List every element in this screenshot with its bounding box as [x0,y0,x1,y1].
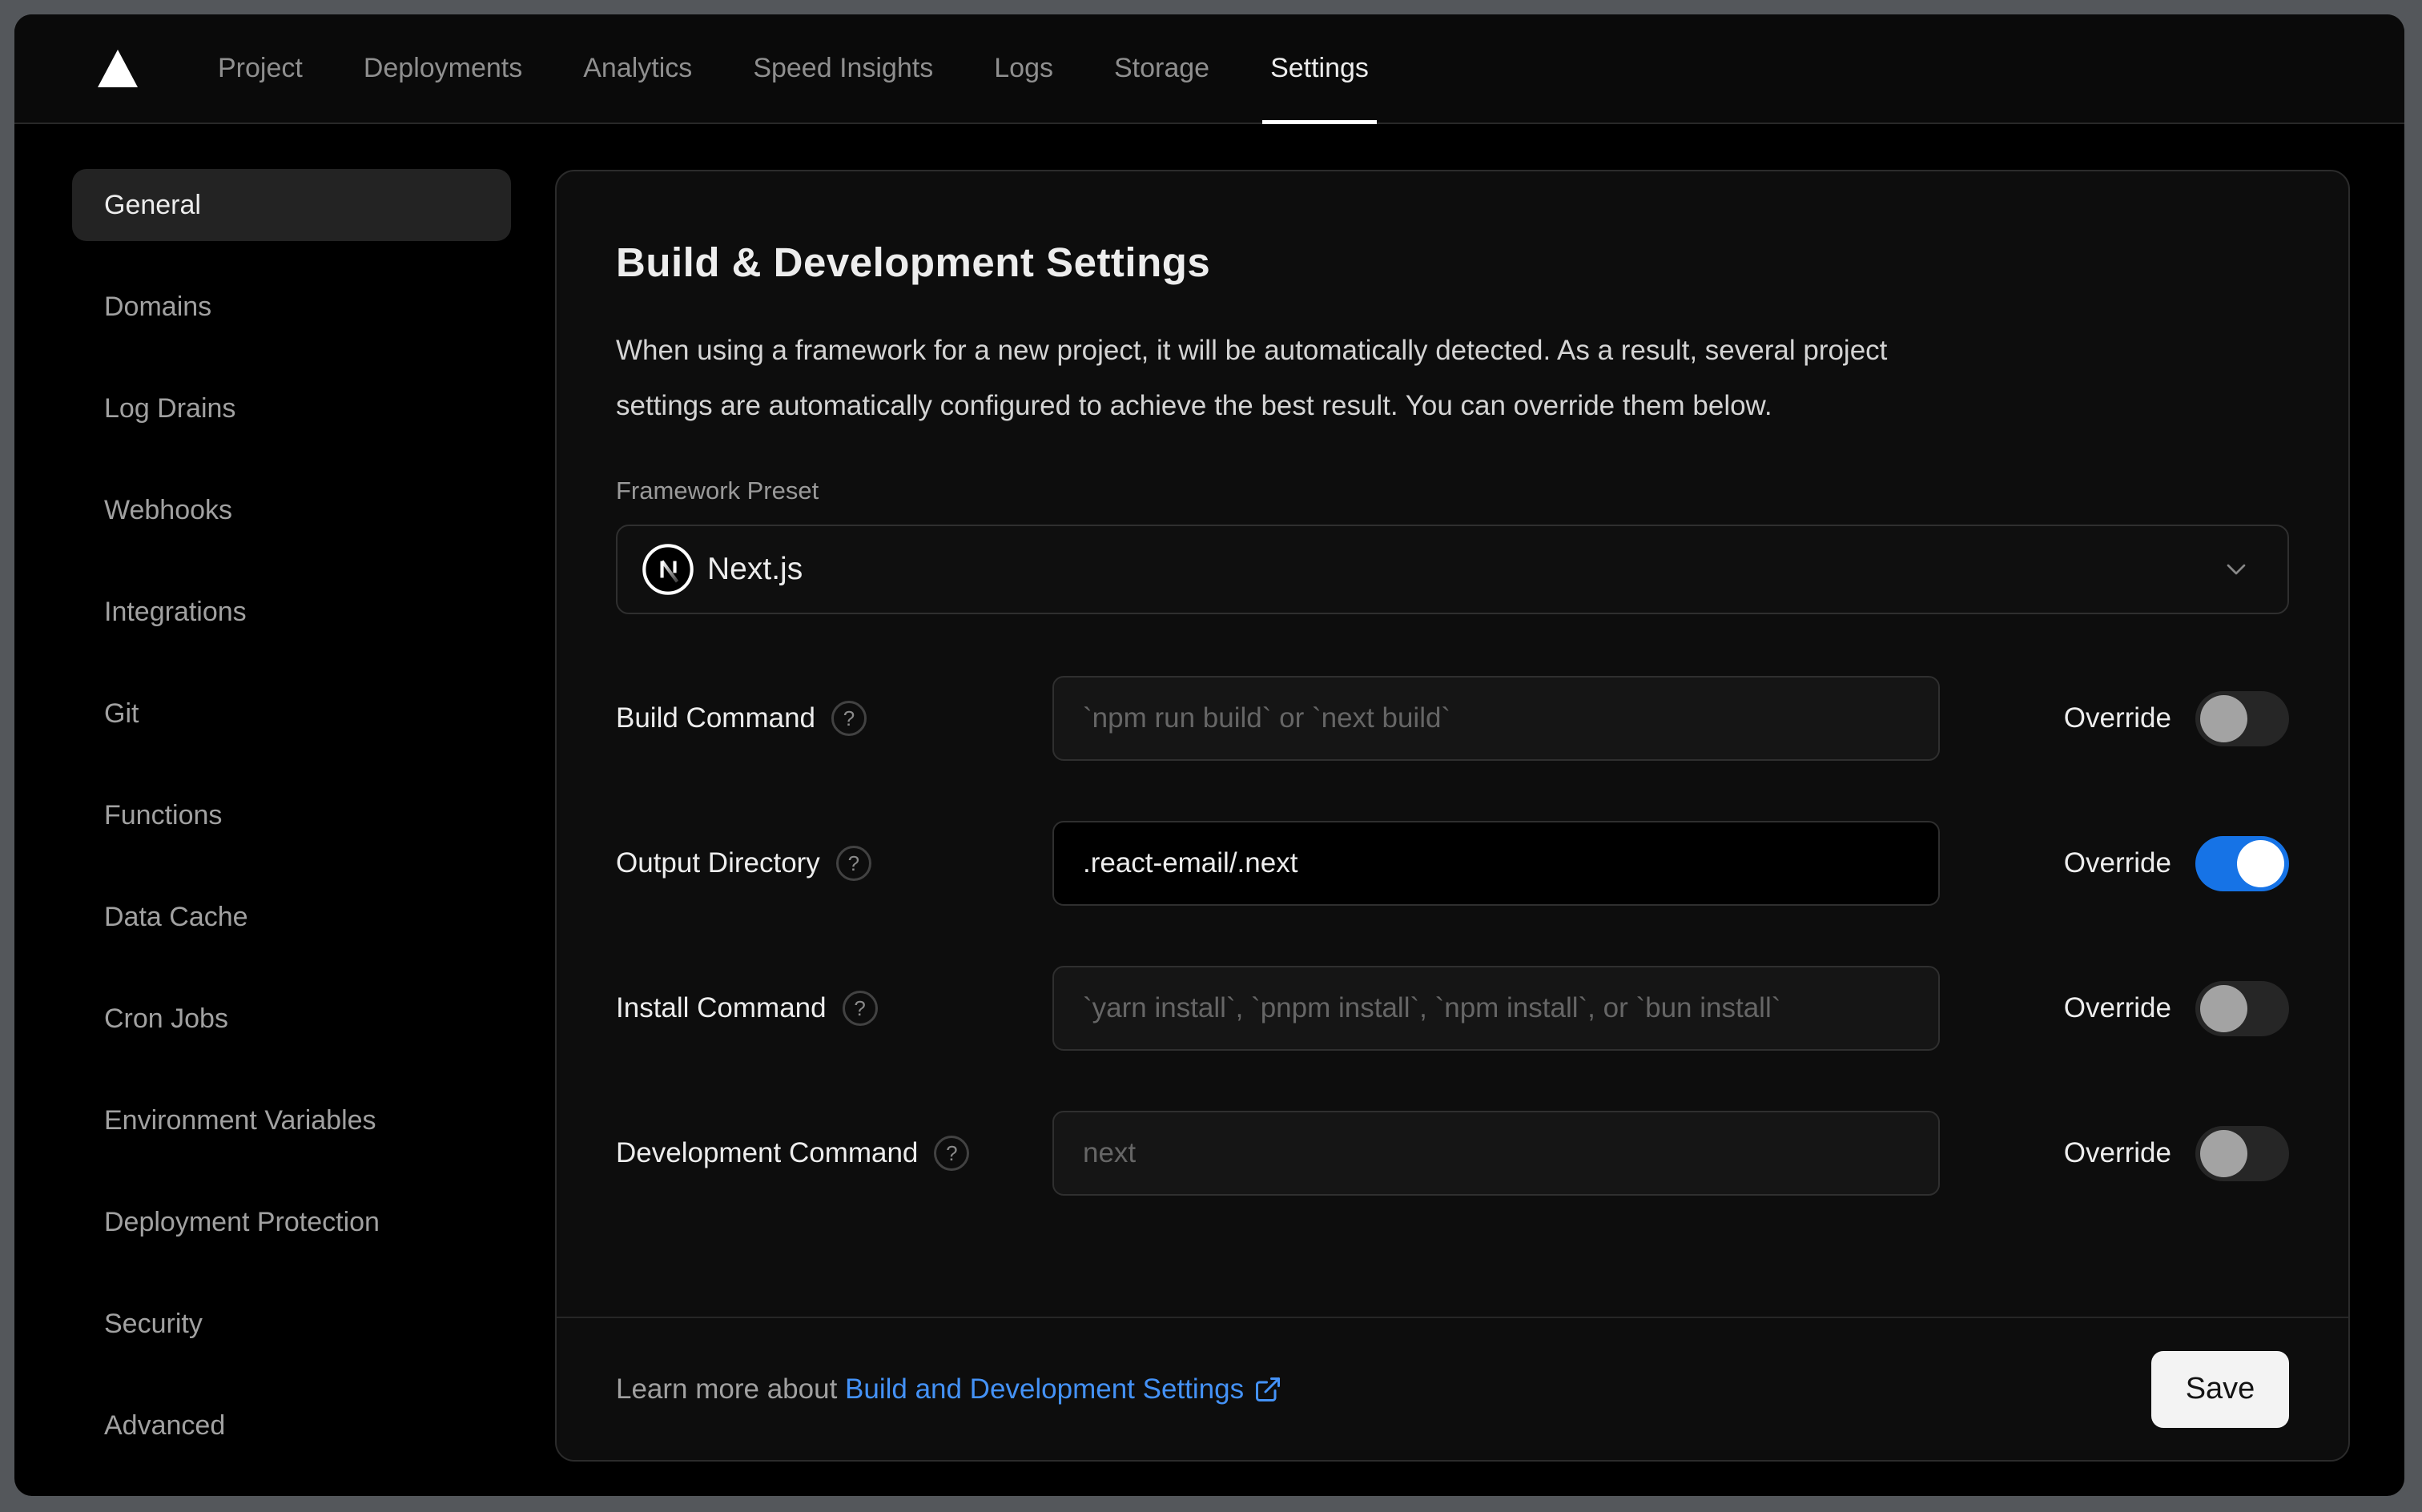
framework-preset-label: Framework Preset [616,477,819,505]
tab-storage[interactable]: Storage [1084,14,1240,123]
help-icon[interactable]: ? [831,701,867,736]
toggle-knob [2237,839,2284,887]
sidebar-item-general[interactable]: General [72,169,511,241]
nextjs-logo-icon [642,544,694,595]
sidebar-item-domains[interactable]: Domains [72,271,511,343]
development-command-override-toggle[interactable] [2195,1125,2289,1181]
page-title: Build & Development Settings [616,239,1211,285]
vercel-logo[interactable] [98,14,138,123]
development-command-label: Development Command [616,1137,919,1168]
chevron-down-icon [2227,564,2246,575]
build-settings-card: Build & Development Settings When using … [555,170,2350,1462]
output-directory-override-toggle[interactable] [2195,835,2289,891]
build-command-input[interactable] [1052,676,1940,761]
toggle-knob [2200,984,2247,1032]
active-tab-underline [1262,120,1377,124]
development-command-input[interactable] [1052,1111,1940,1196]
override-label: Override [2063,1137,2171,1168]
framework-preset-value: Next.js [707,552,803,586]
save-button[interactable]: Save [2151,1350,2289,1428]
install-command-row: Install Command ? Override [616,966,2289,1051]
sidebar-item-git[interactable]: Git [72,678,511,750]
vercel-triangle-icon [98,50,138,87]
sidebar-item-advanced[interactable]: Advanced [72,1389,511,1462]
tab-settings[interactable]: Settings [1240,14,1399,124]
app-window: Project Deployments Analytics Speed Insi… [14,14,2404,1496]
sidebar-item-environment-variables[interactable]: Environment Variables [72,1084,511,1156]
build-command-label: Build Command [616,702,815,734]
sidebar-item-deployment-protection[interactable]: Deployment Protection [72,1186,511,1258]
card-footer: Learn more about Build and Development S… [557,1317,2348,1460]
sidebar-item-log-drains[interactable]: Log Drains [72,372,511,444]
build-command-row: Build Command ? Override [616,676,2289,761]
build-settings-docs-link[interactable]: Build and Development Settings [845,1373,1282,1405]
external-link-icon [1256,1377,1281,1401]
development-command-row: Development Command ? Override [616,1111,2289,1196]
sidebar-item-cron-jobs[interactable]: Cron Jobs [72,983,511,1055]
override-label: Override [2063,847,2171,879]
help-icon[interactable]: ? [835,846,871,881]
sidebar-item-data-cache[interactable]: Data Cache [72,881,511,953]
build-command-override-toggle[interactable] [2195,690,2289,746]
output-directory-label: Output Directory [616,847,820,879]
install-command-override-toggle[interactable] [2195,980,2289,1036]
sidebar-item-security[interactable]: Security [72,1288,511,1360]
sidebar-item-functions[interactable]: Functions [72,779,511,851]
sidebar-item-webhooks[interactable]: Webhooks [72,474,511,546]
framework-preset-select[interactable]: Next.js [616,525,2289,614]
help-icon[interactable]: ? [842,991,878,1026]
tab-analytics[interactable]: Analytics [553,14,722,123]
install-command-label: Install Command [616,992,827,1023]
output-directory-input[interactable] [1052,821,1940,906]
output-directory-row: Output Directory ? Override [616,821,2289,906]
toggle-knob [2200,1129,2247,1177]
tab-project[interactable]: Project [187,14,333,123]
override-label: Override [2063,992,2171,1023]
help-icon[interactable]: ? [934,1136,970,1171]
override-label: Override [2063,702,2171,734]
tab-deployments[interactable]: Deployments [333,14,553,123]
sidebar-item-integrations[interactable]: Integrations [72,576,511,648]
learn-more-text: Learn more about Build and Development S… [616,1373,1282,1405]
tab-speed-insights[interactable]: Speed Insights [722,14,964,123]
tab-logs[interactable]: Logs [964,14,1084,123]
top-nav: Project Deployments Analytics Speed Insi… [14,14,2404,124]
section-description: When using a framework for a new project… [616,335,1888,421]
settings-sidebar: General Domains Log Drains Webhooks Inte… [72,124,511,1494]
toggle-knob [2200,694,2247,742]
install-command-input[interactable] [1052,966,1940,1051]
